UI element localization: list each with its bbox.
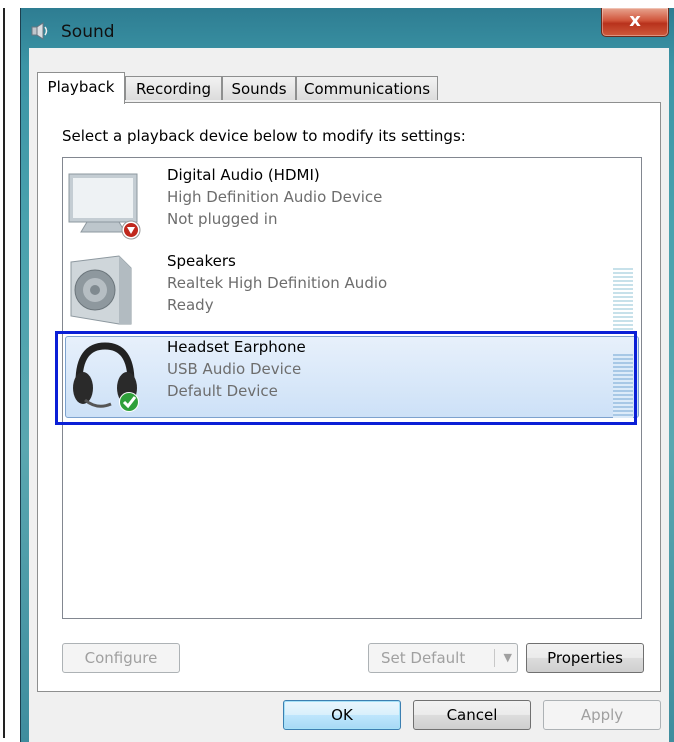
device-status: Ready: [167, 296, 214, 314]
button-label: Properties: [547, 649, 623, 667]
monitor-icon: [68, 173, 141, 240]
cancel-button[interactable]: Cancel: [413, 700, 531, 730]
title-bar[interactable]: Sound x: [21, 8, 674, 46]
button-label: Set Default: [381, 649, 466, 667]
tab-label: Recording: [135, 80, 212, 98]
tab-label: Playback: [47, 78, 115, 96]
tab-recording[interactable]: Recording: [125, 76, 222, 100]
speaker-icon: [31, 22, 48, 40]
tab-label: Sounds: [231, 80, 287, 98]
volume-meter: [613, 268, 633, 332]
ok-button[interactable]: OK: [283, 700, 401, 730]
apply-button[interactable]: Apply: [543, 700, 661, 730]
button-label: Cancel: [446, 706, 498, 724]
list-item-hdmi[interactable]: Digital Audio (HDMI) High Definition Aud…: [63, 162, 641, 248]
left-border-line: [3, 8, 5, 738]
close-button[interactable]: x: [601, 8, 669, 37]
set-default-button[interactable]: Set Default ▼: [368, 643, 518, 673]
button-label: Apply: [580, 706, 624, 724]
instruction-text: Select a playback device below to modify…: [62, 127, 466, 145]
device-name: Digital Audio (HDMI): [167, 166, 320, 184]
tab-sounds[interactable]: Sounds: [222, 76, 296, 100]
sound-dialog: Sound x Playback Recording Sounds Commun…: [20, 8, 674, 742]
properties-button[interactable]: Properties: [526, 643, 644, 673]
device-name: Speakers: [167, 252, 236, 270]
button-label: OK: [331, 706, 353, 724]
list-item-speakers[interactable]: Speakers Realtek High Definition Audio R…: [63, 248, 641, 334]
device-status: Not plugged in: [167, 210, 278, 228]
tab-playback[interactable]: Playback: [37, 72, 125, 104]
tab-communications[interactable]: Communications: [296, 76, 438, 100]
chevron-down-icon[interactable]: ▼: [504, 644, 512, 672]
dialog-client: Playback Recording Sounds Communications…: [29, 48, 669, 742]
close-icon: x: [629, 10, 641, 31]
window-title: Sound: [61, 22, 115, 42]
split-separator: [494, 649, 495, 667]
configure-button[interactable]: Configure: [62, 643, 180, 673]
tab-label: Communications: [303, 80, 431, 98]
device-list[interactable]: Digital Audio (HDMI) High Definition Aud…: [55, 157, 642, 619]
device-driver: Realtek High Definition Audio: [167, 274, 388, 292]
annotation-highlight-box: [55, 331, 637, 425]
device-driver: High Definition Audio Device: [167, 188, 383, 206]
speaker-icon: [70, 255, 132, 325]
button-label: Configure: [84, 649, 158, 667]
playback-panel: Select a playback device below to modify…: [37, 102, 661, 692]
